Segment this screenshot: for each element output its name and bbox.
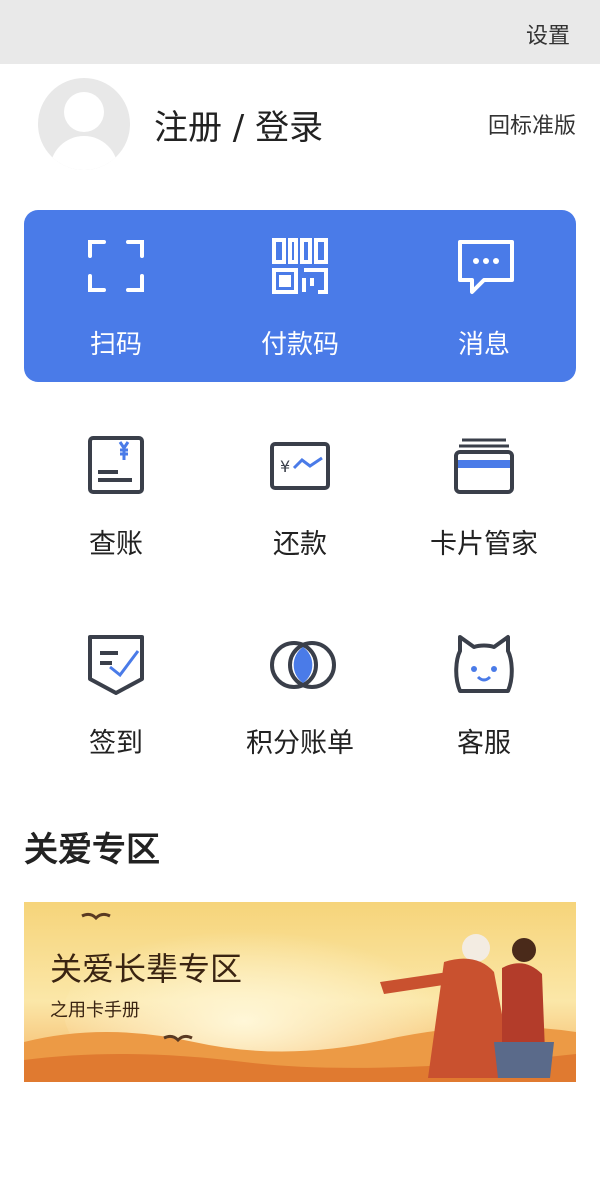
banner-title: 关爱长辈专区 bbox=[50, 950, 243, 988]
profile-section: 注册 / 登录 回标准版 bbox=[0, 64, 600, 184]
scan-label: 扫码 bbox=[89, 330, 142, 360]
banner-illustration bbox=[24, 902, 576, 1082]
standard-version-link[interactable]: 回标准版 bbox=[488, 108, 576, 140]
points-icon bbox=[270, 641, 336, 689]
sign-in-label: 签到 bbox=[89, 728, 143, 759]
scan-icon bbox=[88, 240, 144, 292]
points-bill-label: 积分账单 bbox=[246, 728, 354, 759]
card-manager-button[interactable]: 卡片管家 bbox=[392, 434, 576, 584]
settings-button[interactable]: 设置 bbox=[526, 18, 570, 50]
avatar-head-shape bbox=[64, 92, 104, 132]
banner-subtitle: 之用卡手册 bbox=[50, 1000, 140, 1021]
care-section-title: 关爱专区 bbox=[24, 830, 160, 870]
avatar-body-shape bbox=[50, 136, 118, 170]
cards-icon bbox=[454, 438, 514, 494]
message-icon bbox=[458, 240, 514, 294]
login-register-link[interactable]: 注册 / 登录 bbox=[154, 100, 323, 149]
payment-code-label: 付款码 bbox=[260, 330, 339, 360]
qr-code-icon bbox=[272, 238, 328, 294]
sign-in-button[interactable]: 签到 bbox=[24, 633, 208, 783]
top-bar: 设置 bbox=[0, 0, 600, 64]
check-bill-button[interactable]: 查账 bbox=[24, 434, 208, 584]
payment-code-button[interactable]: 付款码 bbox=[208, 210, 392, 382]
repay-icon: ¥ bbox=[270, 442, 330, 490]
customer-service-label: 客服 bbox=[457, 728, 511, 759]
signin-icon bbox=[88, 635, 144, 695]
avatar[interactable] bbox=[38, 78, 130, 170]
repay-label: 还款 bbox=[273, 529, 327, 560]
quick-actions-card: 扫码 付款码 消息 bbox=[24, 210, 576, 382]
card-manager-label: 卡片管家 bbox=[430, 529, 538, 560]
bill-icon bbox=[88, 436, 144, 494]
repay-button[interactable]: ¥ 还款 bbox=[208, 434, 392, 584]
check-bill-label: 查账 bbox=[89, 529, 143, 560]
customer-service-button[interactable]: 客服 bbox=[392, 633, 576, 783]
messages-label: 消息 bbox=[457, 330, 510, 360]
scan-button[interactable]: 扫码 bbox=[24, 210, 208, 382]
elder-care-banner[interactable]: 关爱长辈专区 之用卡手册 bbox=[24, 902, 576, 1082]
points-bill-button[interactable]: 积分账单 bbox=[208, 633, 392, 783]
service-cat-icon bbox=[454, 635, 514, 693]
svg-text:¥: ¥ bbox=[280, 457, 290, 476]
messages-button[interactable]: 消息 bbox=[392, 210, 576, 382]
